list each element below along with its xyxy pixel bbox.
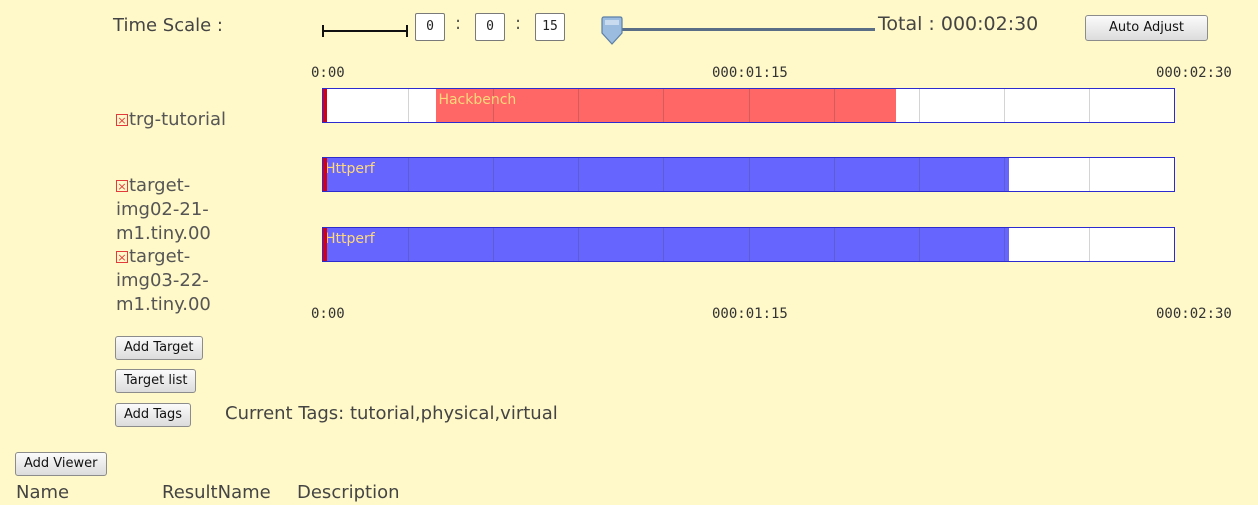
timeline-track: Hackbench (322, 88, 1175, 123)
task-label: Httperf (325, 161, 375, 177)
axis-start-label: 0:00 (311, 65, 345, 81)
remove-target-icon[interactable]: × (116, 180, 128, 192)
axis-end-label: 000:02:30 (1156, 65, 1232, 81)
auto-adjust-button[interactable]: Auto Adjust (1085, 15, 1208, 41)
timeline-gridline (833, 158, 835, 191)
target-name-line: m1.tiny.00 (116, 223, 211, 244)
timeline-start-marker (323, 89, 327, 122)
timeline-gridline (493, 158, 495, 191)
timeline-gridline (918, 158, 920, 191)
task-label: Hackbench (438, 92, 517, 108)
timeline-gridline (748, 89, 750, 122)
timeline-gridline (918, 228, 920, 261)
timeline-track: Httperf (322, 157, 1175, 192)
add-target-button[interactable]: Add Target (115, 336, 203, 360)
task-label: Httperf (325, 231, 375, 247)
time-scale-label: Time Scale : (113, 15, 223, 36)
timeline-gridline (663, 158, 665, 191)
timeline-gridline (408, 89, 410, 122)
axis-mid-label: 000:01:15 (712, 306, 788, 322)
timeline-gridline (1088, 228, 1090, 261)
target-name-line: target- (129, 175, 191, 196)
timeline-gridline (1003, 89, 1005, 122)
hours-input[interactable]: 0 (415, 13, 445, 41)
target-name-line: target- (129, 246, 191, 267)
timeline-gridline (1003, 158, 1005, 191)
timeline-gridline (663, 89, 665, 122)
add-viewer-button[interactable]: Add Viewer (15, 452, 107, 476)
timeline-gridline (663, 228, 665, 261)
seconds-input[interactable]: 15 (535, 13, 565, 41)
add-tags-button[interactable]: Add Tags (115, 403, 192, 427)
remove-target-icon[interactable]: × (116, 114, 128, 126)
slider-thumb[interactable] (600, 16, 626, 46)
column-header-name: Name (16, 482, 70, 503)
task-bar[interactable] (323, 228, 1010, 261)
timeline-gridline (1088, 158, 1090, 191)
target-name[interactable]: × target- img02-21- m1.tiny.00 (116, 174, 211, 246)
task-bar[interactable] (323, 158, 1010, 191)
scale-ruler-icon (322, 25, 408, 37)
timeline-start-marker (323, 228, 327, 261)
target-name-text: trg-tutorial (129, 109, 227, 130)
timeline-gridline (833, 89, 835, 122)
timeline-track: Httperf (322, 227, 1175, 262)
minutes-input[interactable]: 0 (475, 13, 505, 41)
axis-start-label: 0:00 (311, 306, 345, 322)
time-separator: : (515, 13, 522, 34)
axis-mid-label: 000:01:15 (712, 65, 788, 81)
timeline-gridline (493, 228, 495, 261)
target-list-button[interactable]: Target list (115, 369, 197, 393)
current-tags: Current Tags: tutorial,physical,virtual (225, 403, 558, 424)
timeline-gridline (578, 158, 580, 191)
timeline-gridline (408, 228, 410, 261)
target-name-line: img03-22- (116, 270, 209, 291)
timeline-gridline (578, 89, 580, 122)
timeline-gridline (578, 228, 580, 261)
timeline-start-marker (323, 158, 327, 191)
total-duration: Total : 000:02:30 (878, 13, 1039, 35)
timeline-gridline (748, 228, 750, 261)
remove-target-icon[interactable]: × (116, 251, 128, 263)
column-header-resultname: ResultName (162, 482, 271, 503)
target-name-line: img02-21- (116, 199, 209, 220)
target-name[interactable]: × trg-tutorial (116, 108, 226, 132)
column-header-description: Description (297, 482, 400, 503)
timeline-gridline (408, 158, 410, 191)
timeline-gridline (833, 228, 835, 261)
target-name[interactable]: × target- img03-22- m1.tiny.00 (116, 245, 211, 317)
target-name-line: m1.tiny.00 (116, 294, 211, 315)
time-separator: : (455, 13, 462, 34)
axis-end-label: 000:02:30 (1156, 306, 1232, 322)
timeline-gridline (1088, 89, 1090, 122)
timeline-gridline (748, 158, 750, 191)
time-scale-slider[interactable] (605, 28, 875, 31)
timeline-gridline (1003, 228, 1005, 261)
timeline-gridline (918, 89, 920, 122)
